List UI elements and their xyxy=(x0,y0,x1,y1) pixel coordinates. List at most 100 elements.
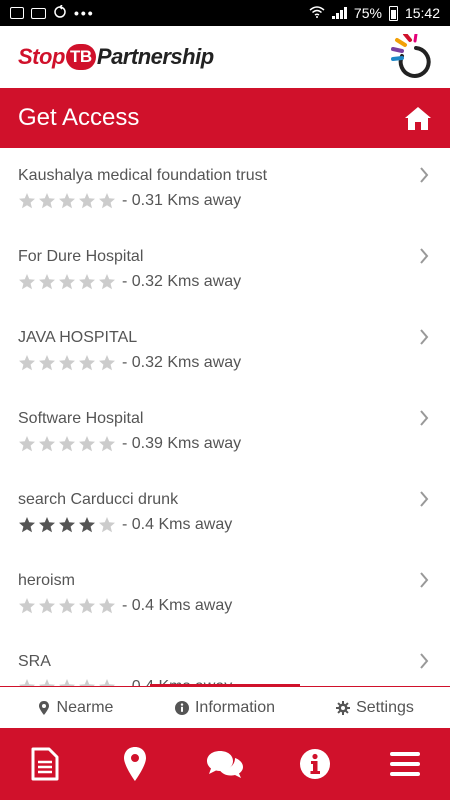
home-button[interactable] xyxy=(402,102,434,134)
facility-list[interactable]: Kaushalya medical foundation trust - 0.31… xyxy=(0,148,450,686)
star-rating xyxy=(18,192,116,210)
star-icon xyxy=(59,436,75,452)
bottom-navigation xyxy=(0,728,450,800)
star-icon xyxy=(39,517,55,533)
star-icon xyxy=(59,598,75,614)
facility-name: heroism xyxy=(18,572,75,589)
facility-distance: - 0.31 Kms away xyxy=(122,192,242,209)
chevron-right-icon xyxy=(420,410,429,426)
facility-meta: - 0.4 Kms away xyxy=(18,597,428,615)
star-rating xyxy=(18,273,116,291)
facility-row[interactable]: Kaushalya medical foundation trust - 0.31… xyxy=(0,148,450,229)
star-rating xyxy=(18,597,116,615)
facility-meta: - 0.32 Kms away xyxy=(18,273,428,291)
nav-info-button[interactable] xyxy=(285,734,345,794)
star-icon xyxy=(59,274,75,290)
star-icon xyxy=(39,355,55,371)
brand-bar: Stop TB Partnership xyxy=(0,26,450,88)
page-header: Get Access xyxy=(0,88,450,148)
chevron-right-icon xyxy=(420,248,429,264)
star-icon xyxy=(39,193,55,209)
facility-distance: - 0.32 Kms away xyxy=(122,354,242,371)
star-icon xyxy=(79,193,95,209)
facility-meta: - 0.31 Kms away xyxy=(18,192,428,210)
menu-icon xyxy=(390,752,420,776)
facility-name: Software Hospital xyxy=(18,410,144,427)
chevron-right-icon xyxy=(420,167,429,183)
nav-chat-button[interactable] xyxy=(195,734,255,794)
tab-information[interactable]: Information xyxy=(150,699,300,717)
star-icon xyxy=(79,679,95,686)
star-icon xyxy=(59,193,75,209)
star-rating xyxy=(18,435,116,453)
star-rating xyxy=(18,516,116,534)
star-icon xyxy=(39,598,55,614)
facility-name: SRA xyxy=(18,653,51,670)
star-icon xyxy=(99,355,115,371)
star-icon xyxy=(39,679,55,686)
star-icon xyxy=(99,274,115,290)
partner-spinner-logo xyxy=(391,34,431,78)
gallery-icon xyxy=(10,7,24,19)
tab-information-label: Information xyxy=(194,698,276,716)
sub-navigation: Nearme Information Settings xyxy=(0,686,450,728)
star-icon xyxy=(79,274,95,290)
chevron-right-icon xyxy=(420,329,429,345)
facility-row[interactable]: JAVA HOSPITAL - 0.32 Kms away xyxy=(0,310,450,391)
wifi-icon xyxy=(309,5,325,21)
facility-distance: - 0.32 Kms away xyxy=(122,273,242,290)
info-circle-icon xyxy=(174,700,189,715)
star-icon xyxy=(19,679,35,686)
gear-icon xyxy=(336,700,351,715)
chevron-right-icon xyxy=(420,653,429,669)
home-icon xyxy=(405,107,431,130)
sync-icon xyxy=(53,3,67,22)
facility-name: search Carducci drunk xyxy=(18,491,179,508)
mail-icon xyxy=(31,7,46,19)
page-title: Get Access xyxy=(18,104,140,131)
nav-documents-button[interactable] xyxy=(15,734,75,794)
star-icon xyxy=(59,355,75,371)
facility-row[interactable]: Software Hospital - 0.39 Kms away xyxy=(0,391,450,472)
star-icon xyxy=(19,355,35,371)
facility-meta: - 0.4 Kms away xyxy=(18,516,428,534)
facility-distance: - 0.39 Kms away xyxy=(122,435,242,452)
star-icon xyxy=(59,517,75,533)
facility-name: Kaushalya medical foundation trust xyxy=(18,167,268,184)
facility-row[interactable]: heroism - 0.4 Kms away xyxy=(0,553,450,634)
info-icon xyxy=(300,749,330,779)
tab-nearme-label: Nearme xyxy=(56,698,114,716)
star-icon xyxy=(79,598,95,614)
star-icon xyxy=(99,193,115,209)
star-icon xyxy=(39,436,55,452)
star-icon xyxy=(19,436,35,452)
nav-location-button[interactable] xyxy=(105,734,165,794)
chevron-right-icon xyxy=(420,572,429,588)
tab-nearme[interactable]: Nearme xyxy=(0,699,150,717)
star-icon xyxy=(99,517,115,533)
star-icon xyxy=(79,355,95,371)
facility-row[interactable]: SRA- 0.4 Kms away xyxy=(0,634,450,686)
star-icon xyxy=(99,679,115,686)
signal-icon xyxy=(331,7,347,19)
facility-meta: - 0.39 Kms away xyxy=(18,435,428,453)
map-marker-icon xyxy=(38,700,49,715)
star-icon xyxy=(19,598,35,614)
star-icon xyxy=(39,274,55,290)
tab-settings[interactable]: Settings xyxy=(300,699,450,717)
chat-icon xyxy=(207,751,243,778)
logo-stop-text: Stop xyxy=(18,44,65,69)
nav-menu-button[interactable] xyxy=(375,734,435,794)
star-rating xyxy=(18,678,116,686)
status-bar: ••• 75% 15:42 xyxy=(0,0,450,26)
location-pin-icon xyxy=(124,747,146,781)
facility-row[interactable]: For Dure Hospital - 0.32 Kms away xyxy=(0,229,450,310)
chevron-right-icon xyxy=(420,491,429,507)
battery-percent: 75% xyxy=(353,5,382,21)
star-icon xyxy=(19,274,35,290)
document-icon xyxy=(31,747,59,781)
facility-row[interactable]: search Carducci drunk - 0.4 Kms away xyxy=(0,472,450,553)
logo-tb-badge: TB xyxy=(65,44,96,70)
star-rating xyxy=(18,354,116,372)
battery-icon xyxy=(388,5,398,21)
